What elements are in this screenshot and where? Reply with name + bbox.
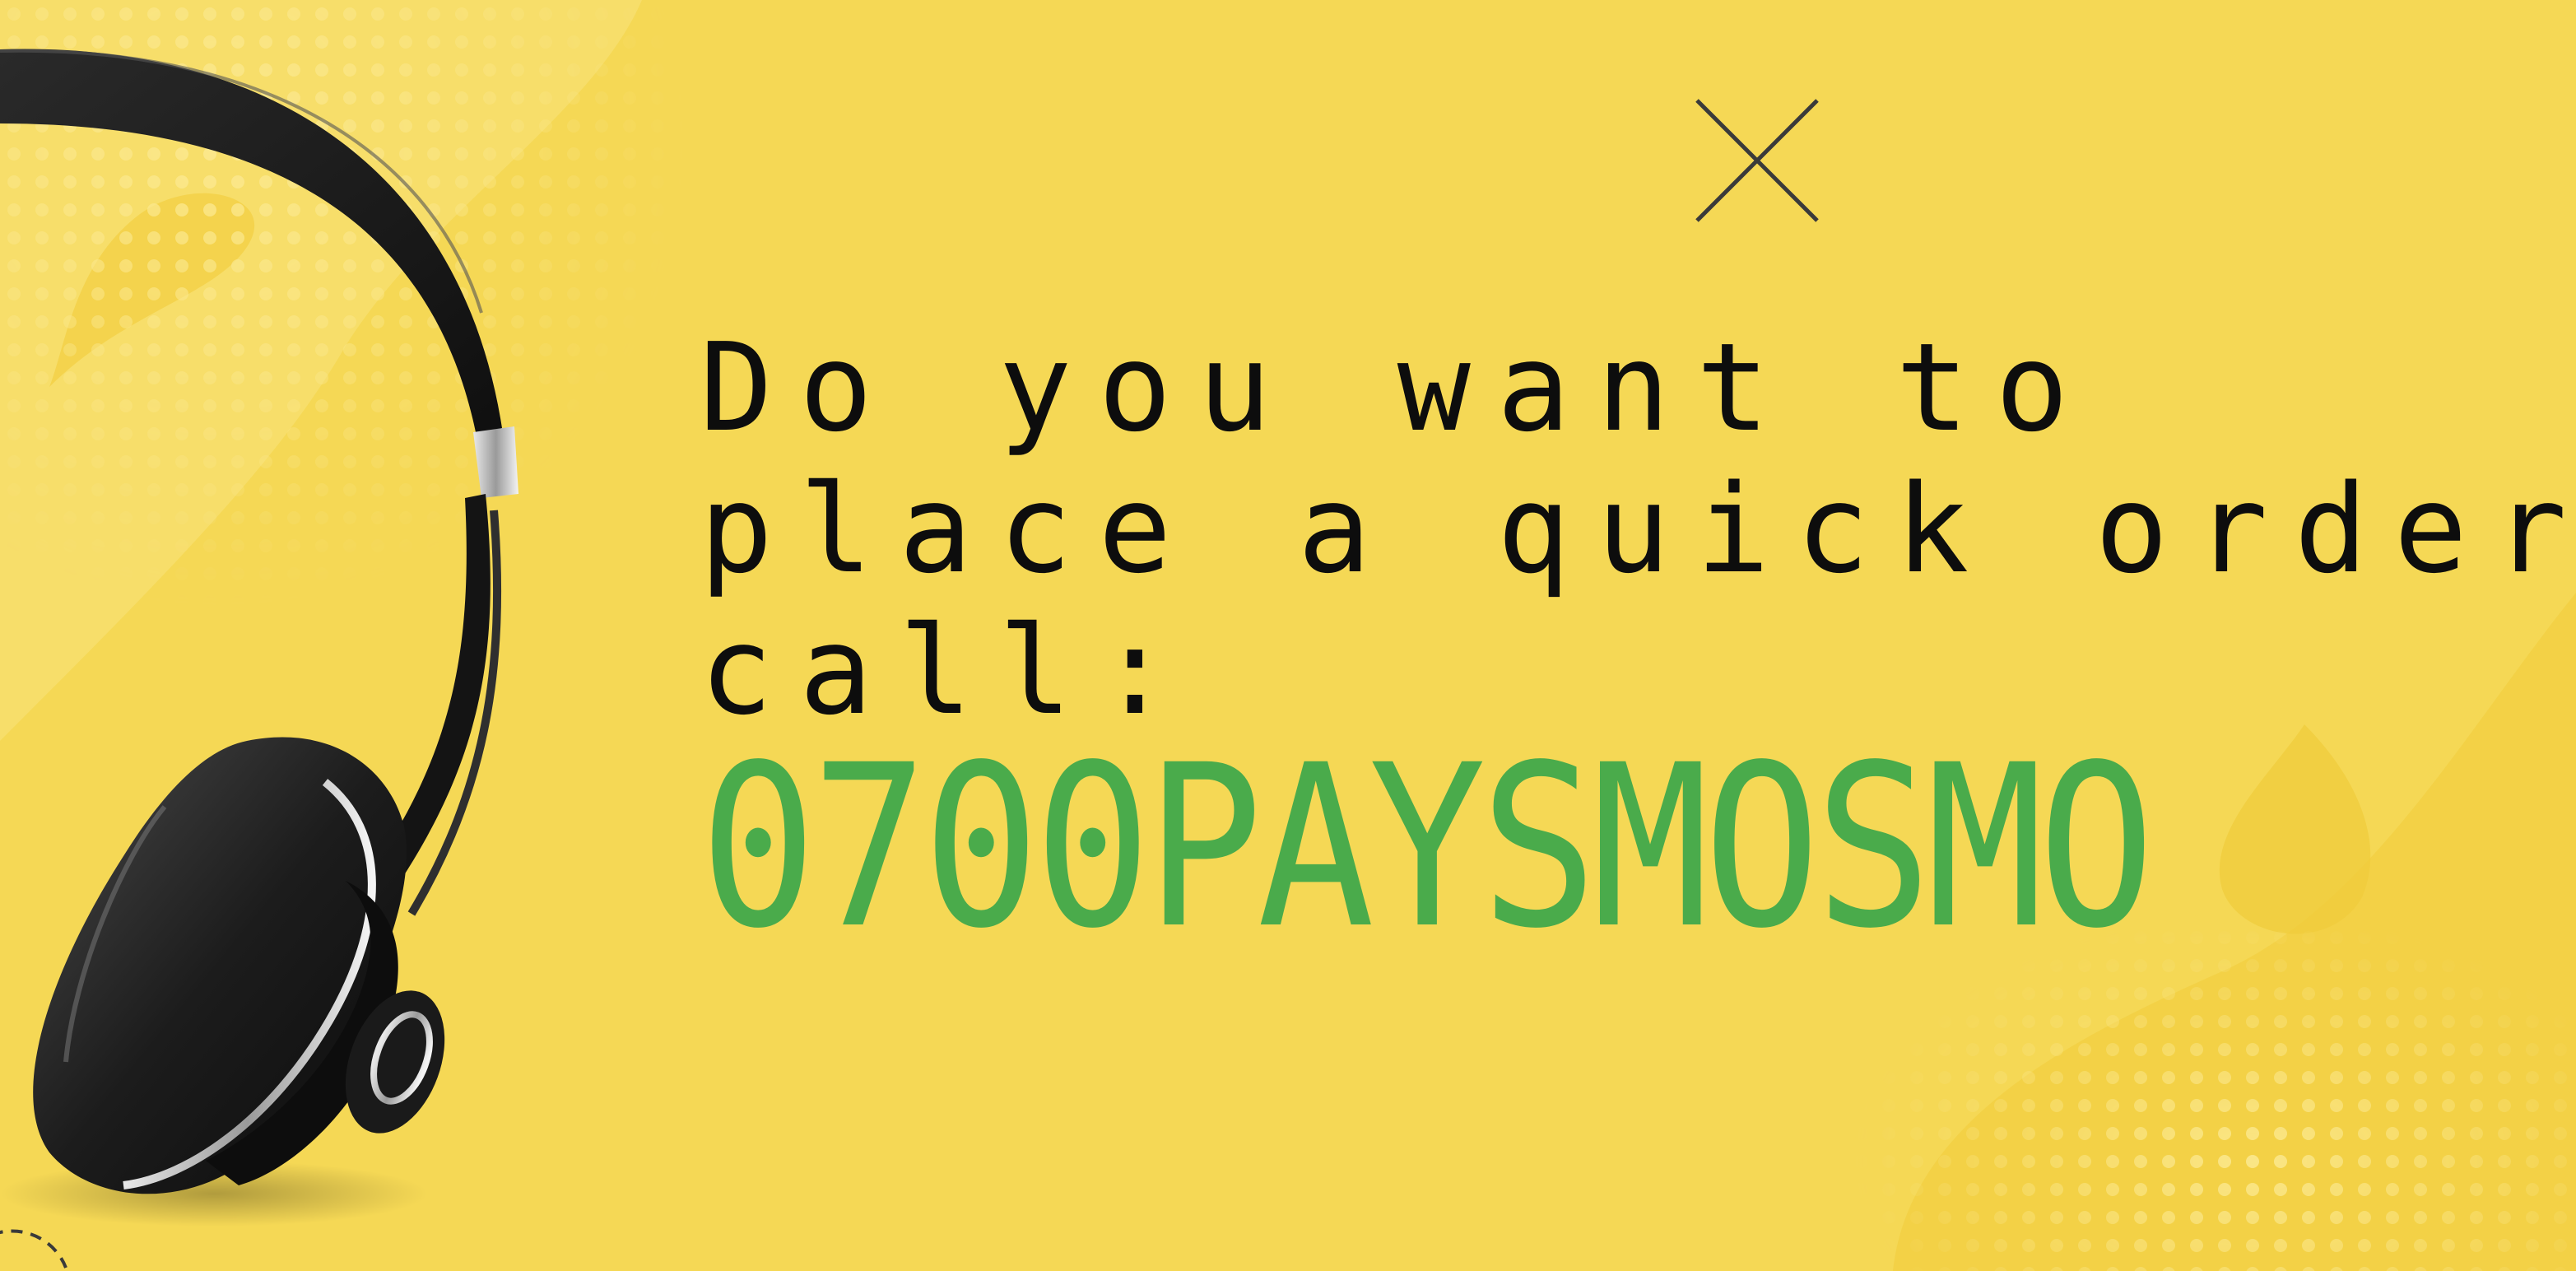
phone-number-link[interactable]: 0700PAYSMOSMO [700,724,2155,971]
headline-line-1: Do you want to [700,317,2095,459]
headphones-icon [0,49,518,1227]
close-icon [1695,99,1819,222]
headline-line-2: place a quick order? [700,459,2576,600]
headline: Do you want to place a quick order? call… [700,317,2576,742]
quick-order-banner: Do you want to place a quick order? call… [0,0,2576,1271]
close-button[interactable] [1687,91,1827,230]
